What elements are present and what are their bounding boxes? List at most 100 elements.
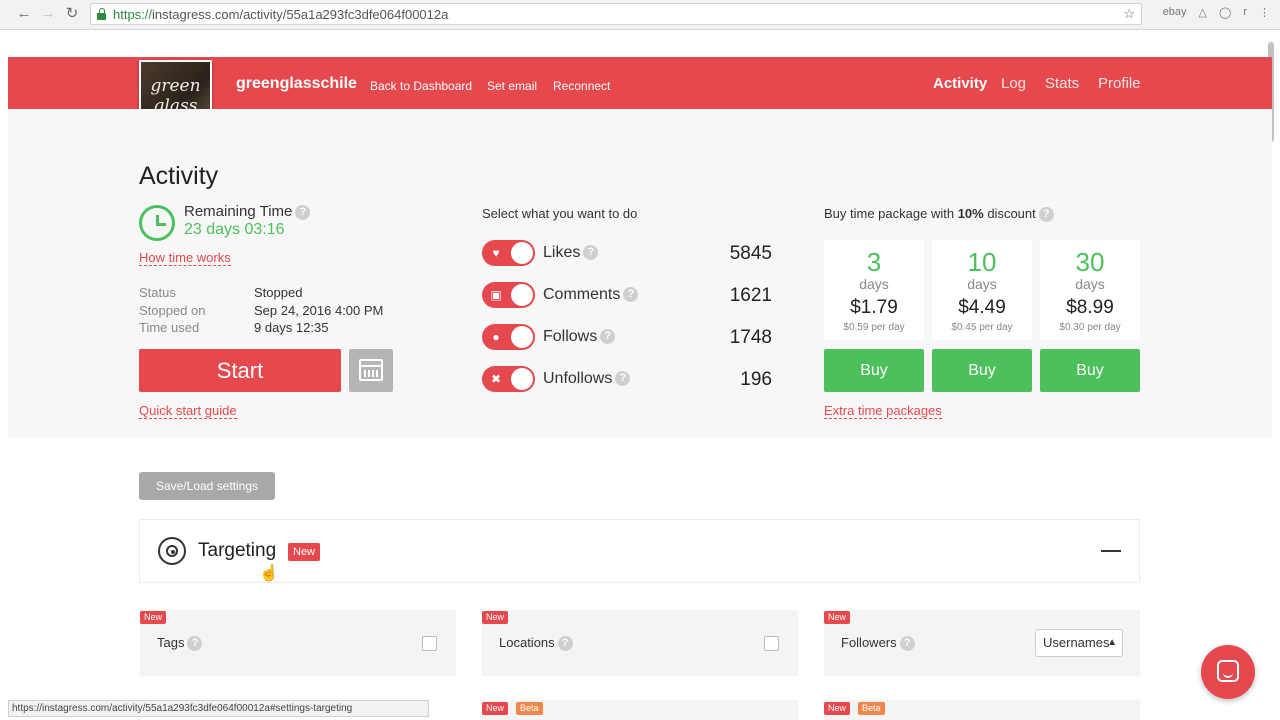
remaining-time-label: Remaining Time? — [184, 203, 311, 220]
reload-icon[interactable]: ↻ — [62, 5, 82, 23]
set-email-link[interactable]: Set email — [487, 79, 537, 93]
nav-log[interactable]: Log — [1001, 75, 1026, 92]
nav-activity[interactable]: Activity — [933, 75, 987, 92]
buy-30-days-button[interactable]: Buy — [1040, 349, 1140, 392]
package-days-unit: days — [967, 276, 997, 292]
forward-arrow-icon[interactable]: → — [38, 5, 58, 23]
help-icon[interactable]: ? — [1038, 207, 1054, 223]
x-icon: ✖ — [490, 372, 502, 386]
extra-time-packages-link[interactable]: Extra time packages — [824, 403, 942, 419]
help-icon[interactable]: ? — [187, 636, 203, 652]
page-title: Activity — [139, 162, 219, 190]
save-load-settings-button[interactable]: Save/Load settings — [139, 472, 275, 500]
status-value: Stopped — [254, 285, 303, 300]
locations-label: Locations? — [499, 635, 573, 652]
back-arrow-icon[interactable]: ← — [14, 5, 34, 23]
likes-label: Likes? — [543, 244, 599, 262]
new-badge: New — [482, 611, 509, 624]
select-actions-label: Select what you want to do — [482, 206, 638, 221]
unfollows-count: 196 — [740, 369, 772, 390]
calendar-icon — [359, 359, 383, 381]
buy-3-days-button[interactable]: Buy — [824, 349, 924, 392]
package-per-day: $0.45 per day — [951, 322, 1013, 333]
collapse-icon[interactable] — [1101, 550, 1121, 552]
target-icon — [158, 537, 186, 565]
followers-source-select[interactable]: Usernames ▲ — [1035, 629, 1123, 657]
tags-label: Tags? — [157, 635, 203, 652]
lock-icon — [97, 8, 106, 20]
new-badge: New — [824, 702, 851, 715]
package-days-unit: days — [1075, 276, 1105, 292]
package-card: 10 days $4.49 $0.45 per day — [932, 240, 1032, 340]
package-days-number: 10 — [967, 247, 997, 277]
beta-badge: Beta — [516, 702, 543, 715]
likes-toggle[interactable]: ♥ — [482, 240, 535, 266]
address-bar[interactable]: https://instagress.com/activity/55a1a293… — [90, 3, 1142, 25]
targeting-title: Targeting — [198, 540, 277, 561]
package-per-day: $0.30 per day — [1059, 322, 1121, 333]
nav-stats[interactable]: Stats — [1045, 75, 1079, 92]
time-used-key: Time used — [139, 320, 200, 335]
start-button[interactable]: Start — [139, 349, 341, 392]
how-time-works-link[interactable]: How time works — [139, 250, 231, 266]
extension-circle-icon[interactable]: ◯ — [1219, 6, 1231, 19]
package-days-unit: days — [859, 276, 889, 292]
ebay-extension-icon[interactable]: ebay — [1163, 6, 1187, 19]
follows-label: Follows? — [543, 328, 616, 346]
help-icon[interactable]: ? — [583, 245, 599, 261]
new-badge: New — [140, 611, 167, 624]
package-per-day: $0.59 per day — [843, 322, 905, 333]
beta-badge: Beta — [858, 702, 885, 715]
tags-checkbox[interactable] — [422, 636, 437, 651]
help-icon[interactable]: ? — [295, 204, 311, 220]
menu-dots-icon[interactable]: ⋮ — [1259, 6, 1270, 19]
star-icon[interactable]: ☆ — [1123, 6, 1135, 22]
package-price: $8.99 — [1066, 297, 1114, 318]
clock-icon — [139, 205, 175, 241]
comment-icon: ▣ — [490, 288, 502, 302]
user-icon: ● — [492, 330, 500, 344]
help-icon[interactable]: ? — [623, 287, 639, 303]
time-used-value: 9 days 12:35 — [254, 320, 329, 335]
browser-toolbar: ← → ↻ https://instagress.com/activity/55… — [0, 0, 1280, 30]
stopped-on-key: Stopped on — [139, 303, 206, 318]
extension-icon[interactable]: △ — [1199, 6, 1207, 19]
comments-toggle[interactable]: ▣ — [482, 282, 535, 308]
schedule-button[interactable] — [349, 349, 393, 392]
select-arrows-icon: ▲ — [1107, 637, 1117, 648]
package-card: 30 days $8.99 $0.30 per day — [1040, 240, 1140, 340]
likes-count: 5845 — [729, 243, 772, 264]
package-price: $4.49 — [958, 297, 1006, 318]
help-icon[interactable]: ? — [615, 371, 631, 387]
package-price: $1.79 — [850, 297, 898, 318]
new-badge: New — [824, 611, 851, 624]
stopped-on-value: Sep 24, 2016 4:00 PM — [254, 303, 384, 318]
extension-icons: ebay △ ◯ r ⋮ — [1163, 6, 1270, 19]
help-icon[interactable]: ? — [600, 329, 616, 345]
help-icon[interactable]: ? — [557, 636, 573, 652]
unfollows-toggle[interactable]: ✖ — [482, 366, 535, 392]
new-badge: New — [288, 543, 321, 561]
heart-icon: ♥ — [492, 246, 500, 260]
chat-icon — [1217, 660, 1239, 682]
unfollows-label: Unfollows? — [543, 370, 631, 388]
chat-launcher-button[interactable] — [1201, 645, 1255, 699]
remaining-time-value: 23 days 03:16 — [184, 221, 285, 238]
comments-label: Comments? — [543, 286, 639, 304]
buy-10-days-button[interactable]: Buy — [932, 349, 1032, 392]
package-days-number: 30 — [1075, 247, 1105, 277]
profile-icon[interactable]: r — [1243, 6, 1247, 19]
follows-toggle[interactable]: ● — [482, 324, 535, 350]
quick-start-guide-link[interactable]: Quick start guide — [139, 403, 237, 419]
comments-count: 1621 — [729, 285, 772, 306]
buy-package-label: Buy time package with 10% discount? — [824, 206, 1054, 223]
locations-checkbox[interactable] — [764, 636, 779, 651]
package-days-number: 3 — [866, 247, 882, 277]
help-icon[interactable]: ? — [899, 636, 915, 652]
follows-count: 1748 — [729, 327, 772, 348]
url-text: https://instagress.com/activity/55a1a293… — [113, 7, 449, 22]
package-card: 3 days $1.79 $0.59 per day — [824, 240, 924, 340]
back-to-dashboard-link[interactable]: Back to Dashboard — [370, 79, 472, 93]
reconnect-link[interactable]: Reconnect — [553, 79, 610, 93]
nav-profile[interactable]: Profile — [1098, 75, 1141, 92]
